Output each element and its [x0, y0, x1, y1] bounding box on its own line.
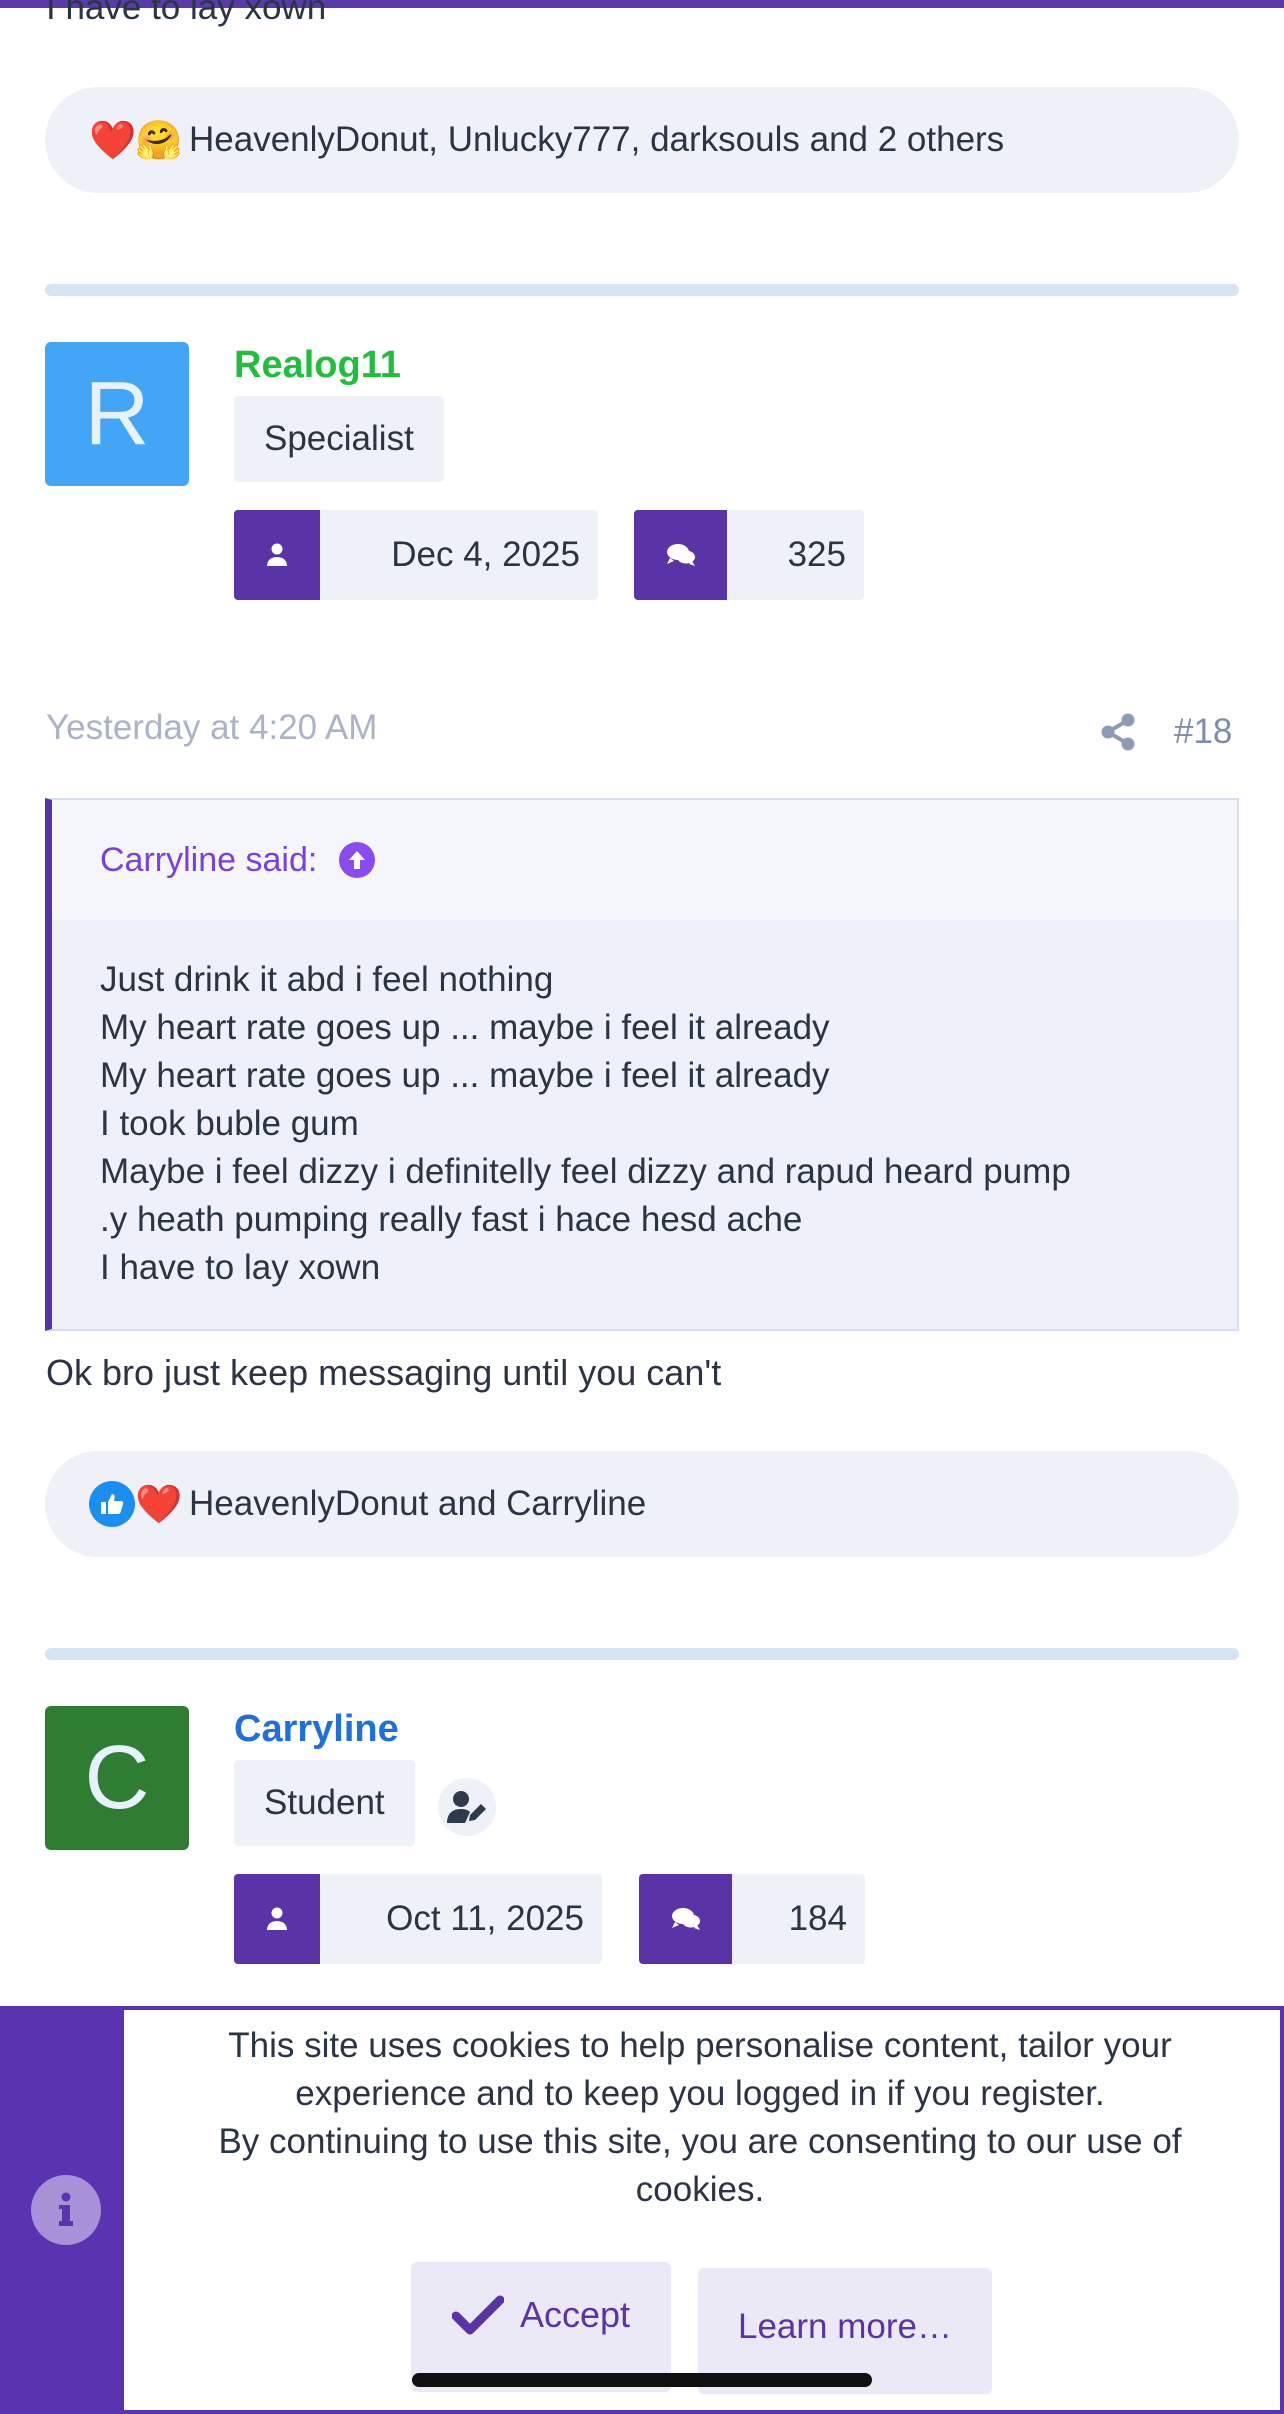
- user-role-badge: Student: [234, 1760, 415, 1846]
- reactions-users[interactable]: HeavenlyDonut and Carryline: [189, 1484, 646, 1524]
- post-reactions-bar[interactable]: ❤️ HeavenlyDonut and Carryline: [45, 1451, 1239, 1557]
- previous-post-last-line: I have to lay xown: [46, 0, 327, 27]
- like-reaction-icon: [89, 1481, 135, 1527]
- check-icon: [451, 2295, 504, 2335]
- user-role-badge: Specialist: [234, 396, 444, 482]
- avatar[interactable]: C: [45, 1706, 189, 1850]
- quote-body: Just drink it abd i feel nothing My hear…: [52, 920, 1237, 1292]
- avatar[interactable]: R: [45, 342, 189, 486]
- avatar-letter: R: [84, 363, 150, 464]
- message-count-stat: 325: [634, 510, 864, 600]
- quote-line: Maybe i feel dizzy i definitelly feel di…: [100, 1152, 1071, 1191]
- message-count: 184: [788, 1899, 847, 1938]
- cookie-message-line: By continuing to use this site, you are …: [218, 2122, 1182, 2209]
- joined-date: Dec 4, 2025: [391, 535, 580, 574]
- hug-reaction-icon: 🤗: [135, 118, 183, 162]
- reactions-users[interactable]: HeavenlyDonut, Unlucky777, darksouls and…: [189, 120, 1004, 160]
- comments-icon: [634, 510, 727, 600]
- post-body: Ok bro just keep messaging until you can…: [46, 1352, 722, 1393]
- message-count-stat: 184: [639, 1874, 865, 1964]
- post-divider: [45, 284, 1239, 296]
- message-count: 325: [787, 535, 846, 574]
- quote-line: My heart rate goes up ... maybe i feel i…: [100, 1056, 830, 1095]
- home-indicator[interactable]: [412, 2373, 872, 2387]
- cookie-message-line: This site uses cookies to help personali…: [228, 2026, 1172, 2113]
- quote-line: Just drink it abd i feel nothing: [100, 960, 554, 999]
- post-divider: [45, 1648, 1239, 1660]
- learn-more-label: Learn more…: [738, 2307, 952, 2346]
- arrow-up-circle-icon[interactable]: [339, 842, 376, 878]
- joined-date-stat: Oct 11, 2025: [234, 1874, 602, 1964]
- joined-date-stat: Dec 4, 2025: [234, 510, 598, 600]
- share-icon[interactable]: [1100, 712, 1140, 754]
- joined-date: Oct 11, 2025: [386, 1899, 584, 1938]
- quote-line: My heart rate goes up ... maybe i feel i…: [100, 1008, 830, 1047]
- heart-reaction-icon: ❤️: [89, 118, 137, 162]
- username-link[interactable]: Realog11: [234, 344, 401, 387]
- quote-block: Carryline said: Just drink it abd i feel…: [45, 798, 1239, 1331]
- quote-author[interactable]: Carryline said:: [100, 841, 317, 880]
- cookie-message: This site uses cookies to help personali…: [150, 2022, 1250, 2214]
- user-edit-icon: [438, 1778, 496, 1836]
- post-number-link[interactable]: #18: [1174, 712, 1232, 752]
- post-timestamp[interactable]: Yesterday at 4:20 AM: [46, 708, 377, 748]
- previous-post-reactions-bar[interactable]: ❤️ 🤗 HeavenlyDonut, Unlucky777, darksoul…: [45, 87, 1239, 193]
- quote-line: I took buble gum: [100, 1104, 359, 1143]
- heart-reaction-icon: ❤️: [135, 1482, 183, 1526]
- user-icon: [234, 1874, 320, 1964]
- accept-button-label: Accept: [519, 2294, 631, 2335]
- quote-header[interactable]: Carryline said:: [52, 800, 1237, 920]
- info-icon: [31, 2175, 101, 2245]
- quote-line: .y heath pumping really fast i hace hesd…: [100, 1200, 803, 1239]
- quote-line: I have to lay xown: [100, 1248, 381, 1287]
- username-link[interactable]: Carryline: [234, 1708, 399, 1751]
- user-icon: [234, 510, 320, 600]
- avatar-letter: C: [84, 1727, 150, 1828]
- comments-icon: [639, 1874, 732, 1964]
